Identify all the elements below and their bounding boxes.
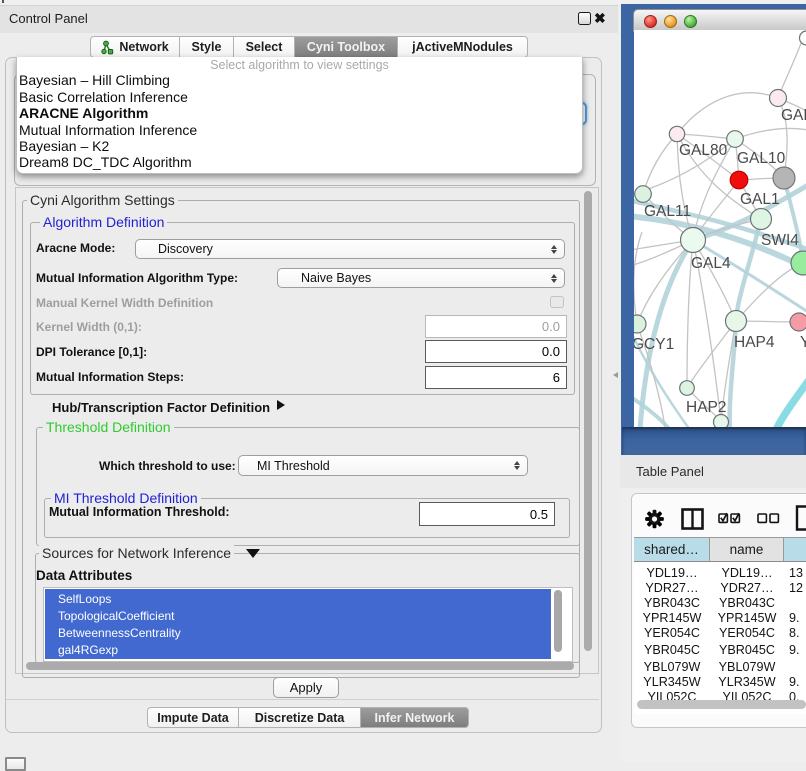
- svg-text:GCY1: GCY1: [634, 336, 674, 353]
- svg-text:GAL10: GAL10: [737, 150, 786, 167]
- svg-text:GAL4: GAL4: [691, 255, 731, 272]
- svg-text:HAP2: HAP2: [686, 399, 727, 416]
- svg-text:GAL1: GAL1: [740, 191, 780, 208]
- svg-text:Y: Y: [800, 334, 806, 351]
- svg-text:GAL11: GAL11: [644, 203, 691, 220]
- svg-text:HAP4: HAP4: [734, 334, 775, 351]
- svg-text:GAL: GAL: [781, 107, 806, 124]
- svg-text:SWI4: SWI4: [761, 232, 799, 249]
- svg-text:GAL80: GAL80: [679, 142, 728, 159]
